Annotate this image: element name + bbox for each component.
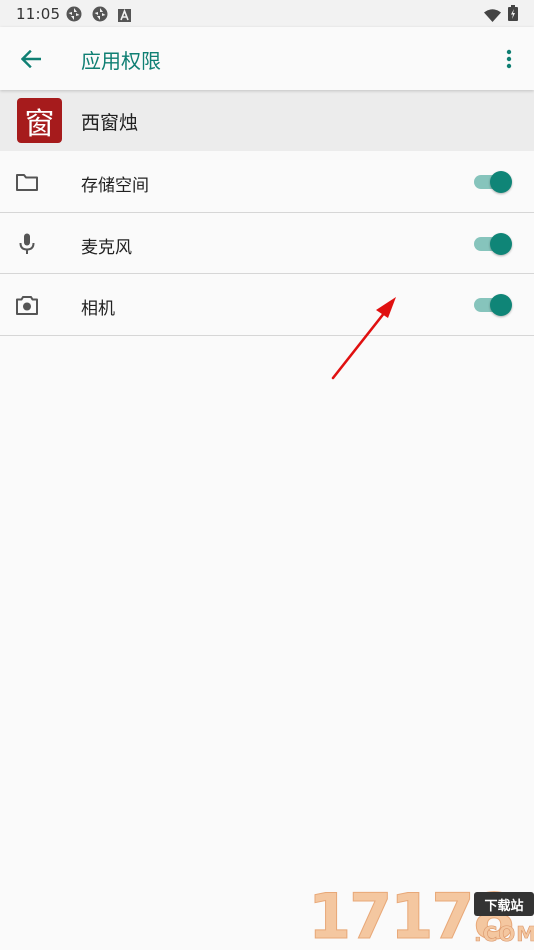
permission-list: 存储空间 麦克风 相机 [0,151,534,336]
toggle-thumb [490,232,512,255]
app-logo-char: 窗 [24,106,55,142]
arrow-back-icon [21,50,41,68]
battery-icon [508,5,518,25]
aperture-icon [66,6,82,26]
microphone-icon [14,231,40,257]
status-bar: 11:05 [0,0,534,27]
permission-label: 麦克风 [81,237,132,258]
back-button[interactable] [14,44,48,74]
watermark: 17178 下载站 .COM [308,883,534,950]
permission-row-storage[interactable]: 存储空间 [0,151,534,213]
font-a-icon [118,7,131,26]
more-options-button[interactable] [498,45,520,73]
app-name: 西窗烛 [81,112,139,134]
watermark-suffix: .COM [474,922,534,947]
watermark-tag: 下载站 [474,892,534,916]
camera-icon [14,292,40,318]
permission-row-camera[interactable]: 相机 [0,274,534,336]
toggle-thumb [490,294,512,316]
permission-label: 相机 [81,299,115,319]
more-vert-icon [506,49,512,69]
app-logo: 窗 [17,98,62,143]
app-bar: 应用权限 [0,27,534,90]
permission-row-microphone[interactable]: 麦克风 [0,213,534,274]
camera-toggle[interactable] [472,294,514,316]
annotation-arrow-icon [331,297,396,380]
storage-toggle[interactable] [472,171,514,193]
aperture-icon [92,6,108,26]
app-header: 窗 西窗烛 [0,90,534,151]
page-title: 应用权限 [81,49,161,73]
wifi-icon [484,7,501,26]
folder-icon [14,169,40,195]
permission-label: 存储空间 [81,176,149,196]
status-time: 11:05 [16,5,61,23]
toggle-thumb [490,171,512,193]
microphone-toggle[interactable] [472,232,514,255]
